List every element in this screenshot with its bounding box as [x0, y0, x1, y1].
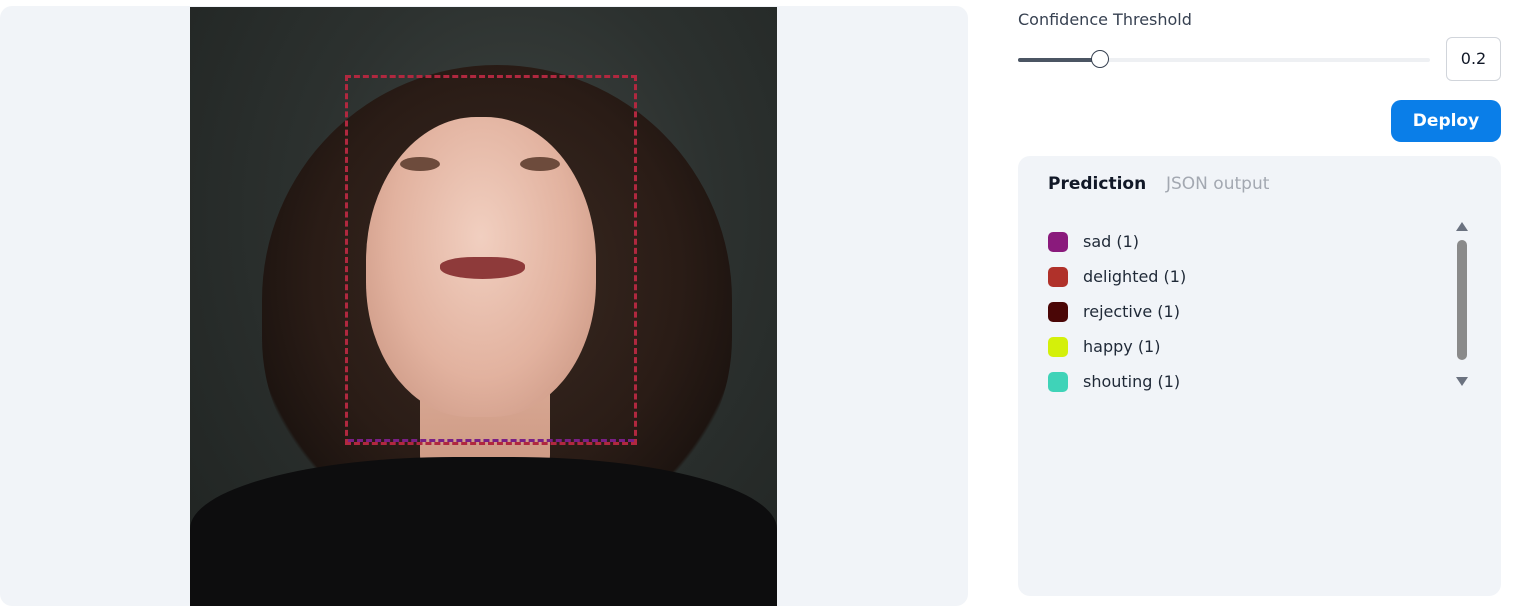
- photo-mouth: [440, 257, 525, 279]
- photo-left-eye: [400, 157, 440, 171]
- prediction-label: rejective (1): [1083, 302, 1180, 321]
- scrollbar-thumb[interactable]: [1457, 240, 1467, 360]
- list-item[interactable]: delighted (1): [1048, 259, 1186, 294]
- list-item[interactable]: shouting (1): [1048, 364, 1186, 399]
- prediction-label: delighted (1): [1083, 267, 1187, 286]
- prediction-list: sad (1) delighted (1) rejective (1) happ…: [1048, 224, 1186, 399]
- image-panel: [0, 6, 968, 606]
- list-item[interactable]: rejective (1): [1048, 294, 1186, 329]
- deploy-button[interactable]: Deploy: [1391, 100, 1501, 142]
- color-swatch: [1048, 371, 1068, 392]
- list-item[interactable]: sad (1): [1048, 224, 1186, 259]
- color-swatch: [1048, 266, 1068, 287]
- input-photo: [190, 7, 777, 606]
- prediction-label: happy (1): [1083, 337, 1161, 356]
- slider-fill: [1018, 58, 1101, 62]
- color-swatch: [1048, 231, 1068, 252]
- tab-json-output[interactable]: JSON output: [1166, 174, 1269, 194]
- scroll-down-arrow-icon[interactable]: [1456, 377, 1468, 386]
- color-swatch: [1048, 301, 1068, 322]
- confidence-threshold-label: Confidence Threshold: [1018, 10, 1192, 29]
- photo-shirt: [190, 457, 777, 606]
- confidence-threshold-slider[interactable]: [1018, 50, 1430, 70]
- confidence-threshold-input[interactable]: 0.2: [1446, 37, 1501, 81]
- scroll-up-arrow-icon[interactable]: [1456, 222, 1468, 231]
- color-swatch: [1048, 336, 1068, 357]
- list-item[interactable]: happy (1): [1048, 329, 1186, 364]
- photo-right-eye: [520, 157, 560, 171]
- results-card: Prediction JSON output sad (1) delighted…: [1018, 156, 1501, 596]
- prediction-label: sad (1): [1083, 232, 1140, 251]
- slider-thumb[interactable]: [1091, 50, 1110, 68]
- prediction-label: shouting (1): [1083, 372, 1181, 391]
- prediction-list-scrollbar[interactable]: [1454, 220, 1470, 390]
- tab-prediction[interactable]: Prediction: [1048, 174, 1146, 194]
